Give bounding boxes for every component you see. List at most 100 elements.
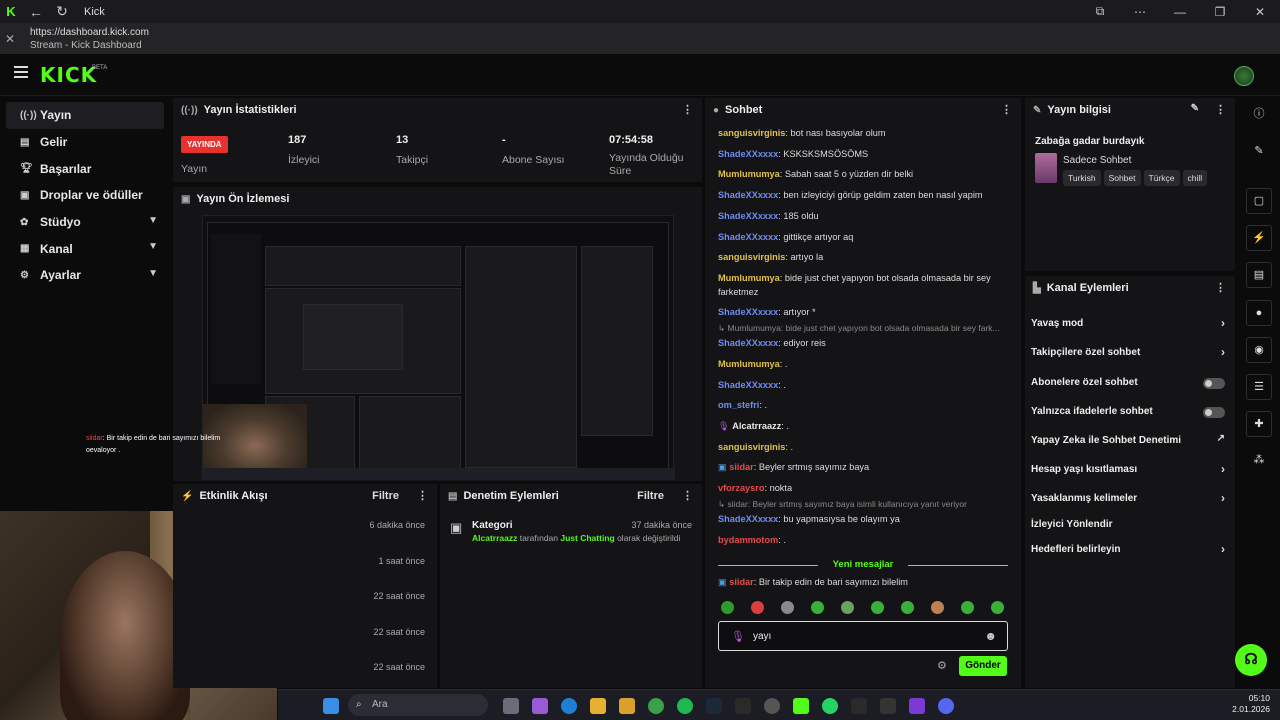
sidebar-item-gelir[interactable]: ▤ Gelir — [6, 129, 164, 156]
chat-message[interactable]: ShadeXXxxxx: 185 oldu — [718, 209, 1003, 223]
kebab-menu-icon[interactable]: ⋮ — [1215, 281, 1226, 294]
chat-settings-icon[interactable]: ⚙ — [937, 659, 947, 672]
taskbar-search[interactable]: ⌕ Ara — [348, 694, 488, 716]
visual-studio-icon[interactable] — [909, 698, 925, 714]
channel-action-label[interactable]: Yavaş mod — [1031, 318, 1083, 329]
chat-message[interactable]: sanguisvirginis: . — [718, 440, 1003, 454]
sidebar-item-ayarlar[interactable]: ⚙ Ayarlar ▼ — [6, 262, 164, 289]
chat-message[interactable]: ShadeXXxxxx: ben izleyiciyi görüp geldim… — [718, 188, 1003, 202]
chat-username[interactable]: sanguisvirginis — [718, 442, 785, 452]
filter-button[interactable]: Filtre — [372, 490, 399, 502]
chat-username[interactable]: ShadeXXxxxx — [718, 190, 778, 200]
chat-username[interactable]: om_stefri — [718, 400, 759, 410]
chat-username[interactable]: vforzaysro — [718, 483, 764, 493]
channel-action-label[interactable]: Hesap yaşı kısıtlaması — [1031, 464, 1137, 475]
chat-message[interactable]: ▣ siidar: Beyler srtmış sayımız baya — [718, 460, 1003, 474]
kebab-menu-icon[interactable]: ⋮ — [682, 103, 693, 116]
windows-start-icon[interactable] — [323, 698, 339, 714]
emote-icon[interactable] — [931, 601, 944, 614]
list-icon[interactable]: ☰ — [1246, 374, 1272, 400]
sidebar-item-basarilar[interactable]: 🏆︎ Başarılar — [6, 155, 164, 182]
whatsapp-icon[interactable] — [822, 698, 838, 714]
chrome-icon[interactable] — [648, 698, 664, 714]
chevron-right-icon[interactable]: › — [1221, 462, 1225, 476]
chat-username[interactable]: ShadeXXxxxx — [718, 149, 778, 159]
nvidia-icon[interactable] — [851, 698, 867, 714]
chat-message[interactable]: Mumlumumya: bide just chet yapıyon bot o… — [718, 271, 1003, 299]
chat-username[interactable]: ShadeXXxxxx — [718, 232, 778, 242]
chat-message[interactable]: ShadeXXxxxx: . — [718, 378, 1003, 392]
chat-username[interactable]: ShadeXXxxxx — [718, 211, 778, 221]
edit-icon[interactable]: ✎ — [1191, 103, 1199, 114]
task-view-icon[interactable] — [503, 698, 519, 714]
share-icon[interactable]: ⁂ — [1246, 448, 1272, 474]
chat-message[interactable]: sanguisvirginis: artıyo la — [718, 250, 1003, 264]
menu-icon[interactable] — [14, 66, 28, 78]
avatar[interactable] — [1234, 66, 1254, 86]
chat-username[interactable]: siidar — [729, 462, 754, 472]
maximize-button[interactable]: ❐ — [1200, 5, 1240, 19]
chat-message[interactable]: ShadeXXxxxx: gittikçe artıyor aq — [718, 230, 1003, 244]
emote-icon[interactable] — [961, 601, 974, 614]
reload-icon[interactable]: ↻ — [54, 3, 70, 20]
extensions-icon[interactable]: ⧉ — [1080, 4, 1120, 19]
info-icon[interactable]: ⓘ — [1246, 102, 1272, 128]
chat-message[interactable]: Mumlumumya: . — [718, 357, 1003, 371]
kebab-menu-icon[interactable]: ⋮ — [1215, 103, 1226, 116]
chat-message[interactable]: ShadeXXxxxx: ediyor reis — [718, 336, 1003, 350]
emote-icon[interactable] — [811, 601, 824, 614]
chevron-right-icon[interactable]: › — [1221, 542, 1225, 556]
chat-message[interactable]: ShadeXXxxxx: bu yapmasıysa be olayım ya — [718, 512, 1003, 526]
close-button[interactable]: ✕ — [1240, 5, 1280, 19]
support-headset-icon[interactable]: ☊ — [1235, 644, 1267, 676]
copilot-icon[interactable] — [532, 698, 548, 714]
chat-username[interactable]: ShadeXXxxxx — [718, 307, 778, 317]
emote-icon[interactable] — [901, 601, 914, 614]
chat-message[interactable]: sanguisvirginis: bot nası basıyolar olum — [718, 126, 1003, 140]
chat-username[interactable]: sanguisvirginis — [718, 252, 785, 262]
broadcast-icon[interactable]: ◉ — [1246, 337, 1272, 363]
edge-icon[interactable] — [561, 698, 577, 714]
taskbar-clock[interactable]: 05:10 2.01.2026 — [1232, 693, 1270, 715]
back-icon[interactable]: ← — [28, 4, 44, 20]
chat-username[interactable]: Mumlumumya — [718, 359, 780, 369]
emote-icon[interactable] — [871, 601, 884, 614]
chat-message[interactable]: om_stefri: . — [718, 398, 1003, 412]
sidebar-item-yayin[interactable]: ((·)) Yayın — [6, 102, 164, 129]
emoji-icon[interactable]: ☻ — [984, 629, 997, 643]
sidebar-item-kanal[interactable]: ▦ Kanal ▼ — [6, 235, 164, 262]
chat-message[interactable]: bydammotom: . — [718, 533, 1003, 547]
chat-icon[interactable]: ● — [1246, 300, 1272, 326]
more-icon[interactable]: ⋯ — [1120, 5, 1160, 19]
emote-icon[interactable] — [781, 601, 794, 614]
chat-username[interactable]: Mumlumumya — [718, 273, 780, 283]
steam-icon[interactable] — [706, 698, 722, 714]
pencil-icon[interactable]: ✎ — [1246, 139, 1272, 165]
chat-username[interactable]: sanguisvirginis — [718, 128, 785, 138]
emote-icon[interactable] — [991, 601, 1004, 614]
discord-icon[interactable] — [938, 698, 954, 714]
external-link-icon[interactable]: ↗ — [1217, 433, 1225, 444]
channel-action-label[interactable]: Abonelere özel sohbet — [1031, 377, 1138, 388]
url-text[interactable]: https://dashboard.kick.com — [30, 27, 149, 38]
channel-action-label[interactable]: İzleyici Yönlendir — [1031, 519, 1113, 530]
folder-icon[interactable] — [619, 698, 635, 714]
document-icon[interactable]: ▤ — [1246, 262, 1272, 288]
bolt-icon[interactable]: ⚡ — [1246, 225, 1272, 251]
app-icon-2[interactable] — [880, 698, 896, 714]
filter-button[interactable]: Filtre — [637, 490, 664, 502]
chevron-right-icon[interactable]: › — [1221, 345, 1225, 359]
spotify-icon[interactable] — [677, 698, 693, 714]
new-messages-divider[interactable]: Yeni mesajlar — [718, 559, 1008, 570]
toggle-switch[interactable] — [1203, 378, 1225, 389]
preview-video[interactable] — [202, 215, 675, 480]
chat-username[interactable]: siidar — [729, 577, 754, 587]
chat-username[interactable]: bydammotom — [718, 535, 778, 545]
chevron-right-icon[interactable]: › — [1221, 316, 1225, 330]
wrench-icon[interactable]: ✚ — [1246, 411, 1272, 437]
emote-icon[interactable] — [721, 601, 734, 614]
channel-action-label[interactable]: Takipçilere özel sohbet — [1031, 347, 1140, 358]
minimize-button[interactable]: — — [1160, 5, 1200, 19]
chat-message[interactable]: ▣ siidar: Bir takip edin de bari sayımız… — [718, 575, 1003, 589]
chat-input[interactable]: 🎙︎ yayı ☻ — [718, 621, 1008, 651]
